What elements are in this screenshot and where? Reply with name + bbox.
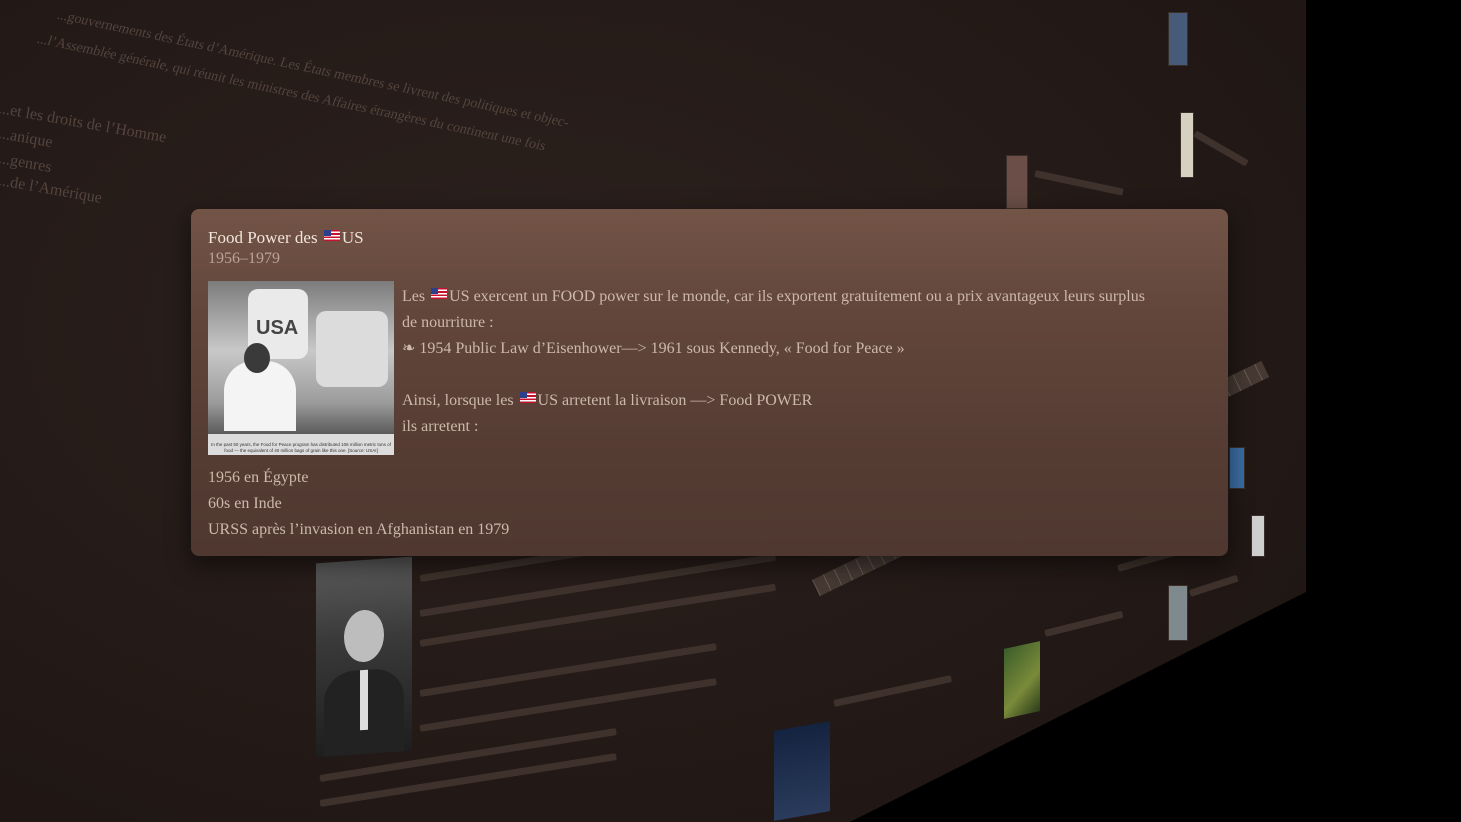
wall-paragraph-line <box>1188 574 1239 597</box>
description-line: Les US exercent un FOOD power sur le mon… <box>402 284 1145 310</box>
description-text: US arretent la livraison —> Food POWER <box>537 392 813 409</box>
wall-text-line: ...gouvernements des États d’Amérique. L… <box>54 8 572 131</box>
event-thumbnail-portrait[interactable] <box>316 556 412 758</box>
portrait-face <box>344 608 384 664</box>
event-list-item: URSS après l’invasion en Afghanistan en … <box>208 521 510 538</box>
description-line: Ainsi, lorsque les US arretent la livrai… <box>402 388 1145 414</box>
event-date-range: 1956–1979 <box>208 250 280 267</box>
wall-text-line: ...de l’Amérique <box>0 172 104 207</box>
wall-paragraph-line <box>833 675 953 707</box>
wall-paragraph-line <box>419 583 777 647</box>
event-thumbnail[interactable] <box>1006 155 1028 209</box>
description-line: de nourriture : <box>402 314 494 331</box>
us-flag-icon <box>519 392 536 403</box>
wall-text-line: ...anique <box>0 125 54 152</box>
event-thumbnail[interactable] <box>1168 585 1188 641</box>
photo-bag-label: USA <box>256 317 299 339</box>
wall-paragraph-line <box>419 553 777 617</box>
event-thumbnail-field[interactable] <box>1004 641 1040 719</box>
event-thumbnail-broadcast[interactable] <box>774 721 830 821</box>
description-text: Ainsi, lorsque les <box>402 392 514 409</box>
event-detail-card[interactable]: Food Power des US 1956–1979 USA In the p… <box>191 209 1228 556</box>
us-flag-icon <box>431 288 448 299</box>
event-description: Les US exercent un FOOD power sur le mon… <box>402 284 1145 455</box>
event-thumbnail[interactable] <box>1168 12 1188 66</box>
wall-paragraph-line <box>1193 130 1249 167</box>
us-flag-icon <box>323 230 340 241</box>
event-body: USA In the past 50 years, the Food for P… <box>208 281 1211 455</box>
event-thumbnail[interactable] <box>1229 447 1245 489</box>
photo-grain-bag <box>316 311 388 387</box>
event-title-prefix: Food Power des <box>208 228 318 247</box>
event-list-item: 60s en Inde <box>208 495 282 512</box>
wall-paragraph-line <box>1034 170 1124 196</box>
description-line: ils arretent : <box>402 418 479 435</box>
description-line: ❧ 1954 Public Law d’Eisenhower—> 1961 so… <box>402 340 905 357</box>
event-title-suffix: US <box>341 228 364 247</box>
description-text: US exercent un FOOD power sur le monde, … <box>449 288 1145 305</box>
event-title: Food Power des US <box>208 227 1211 249</box>
event-list-item: 1956 en Égypte <box>208 469 309 486</box>
photo-person-head <box>244 343 270 373</box>
timeline-viewer: ...gouvernements des États d’Amérique. L… <box>0 0 1461 822</box>
wall-paragraph-line <box>1044 610 1124 637</box>
event-thumbnail[interactable] <box>1251 515 1265 557</box>
event-photo[interactable]: USA In the past 50 years, the Food for P… <box>208 281 394 455</box>
portrait-tie <box>360 669 368 731</box>
wall-paragraph-line <box>319 753 617 807</box>
photo-caption: In the past 50 years, the Food for Peace… <box>211 442 391 453</box>
event-list: 1956 en Égypte 60s en Inde URSS après l’… <box>208 465 1211 543</box>
description-text: Les <box>402 288 426 305</box>
event-thumbnail-map[interactable] <box>1180 112 1194 178</box>
